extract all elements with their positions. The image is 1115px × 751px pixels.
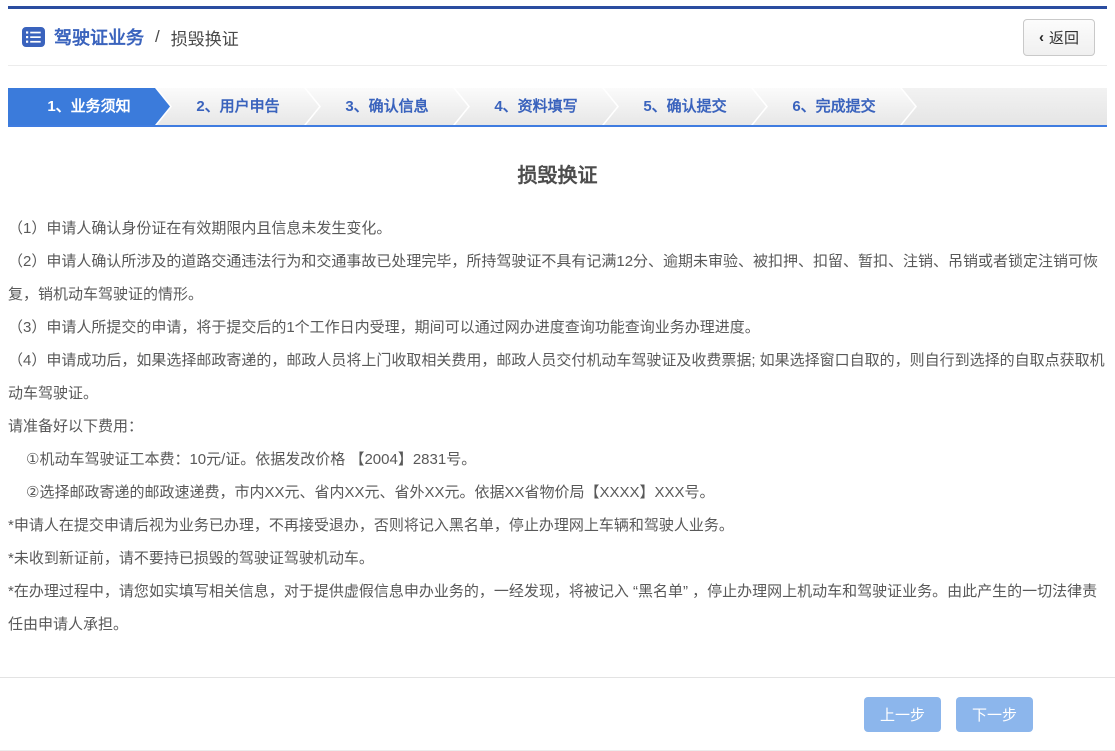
notice-paragraph: （1）申请人确认身份证在有效期限内且信息未发生变化。 [8, 212, 1105, 245]
step-wizard: 1、业务须知 2、用户申告 3、确认信息 4、资料填写 5、确认提交 6、完成提… [8, 88, 1107, 125]
notice-title: 损毁换证 [0, 159, 1115, 188]
notice-paragraph: 请准备好以下费用： [8, 410, 1105, 443]
step-bar-filler [902, 88, 1107, 125]
page-header: 驾驶证业务 / 损毁换证 ‹ 返回 [8, 6, 1107, 66]
notice-paragraph: （4）申请成功后，如果选择邮政寄递的，邮政人员将上门收取相关费用，邮政人员交付机… [8, 344, 1105, 410]
chevron-left-icon: ‹ [1039, 29, 1044, 46]
step-4-fill-data[interactable]: 4、资料填写 [455, 88, 617, 125]
prev-step-button[interactable]: 上一步 [864, 697, 941, 732]
next-step-button[interactable]: 下一步 [956, 697, 1033, 732]
breadcrumb: 驾驶证业务 / 损毁换证 [22, 24, 239, 50]
notice-fee-item: ②选择邮政寄递的邮政速递费，市内XX元、省内XX元、省外XX元。依据XX省物价局… [8, 476, 1105, 509]
footer-bar: 上一步 下一步 [0, 677, 1115, 751]
notice-body: （1）申请人确认身份证在有效期限内且信息未发生变化。 （2）申请人确认所涉及的道… [8, 212, 1105, 641]
notice-warning: *在办理过程中，请您如实填写相关信息，对于提供虚假信息申办业务的，一经发现，将被… [8, 575, 1105, 641]
step-bar-underline [8, 125, 1107, 127]
notice-paragraph: （3）申请人所提交的申请，将于提交后的1个工作日内受理，期间可以通过网办进度查询… [8, 311, 1105, 344]
back-button[interactable]: ‹ 返回 [1023, 19, 1095, 56]
step-1-notice[interactable]: 1、业务须知 [8, 88, 170, 125]
step-3-confirm-info[interactable]: 3、确认信息 [306, 88, 468, 125]
notice-fee-item: ①机动车驾驶证工本费：10元/证。依据发改价格 【2004】2831号。 [8, 443, 1105, 476]
step-2-declaration[interactable]: 2、用户申告 [157, 88, 319, 125]
page-title: 损毁换证 [171, 25, 239, 50]
notice-warning: *申请人在提交申请后视为业务已办理，不再接受退办，否则将记入黑名单，停止办理网上… [8, 509, 1105, 542]
back-button-label: 返回 [1049, 27, 1079, 48]
notice-warning: *未收到新证前，请不要持已损毁的驾驶证驾驶机动车。 [8, 542, 1105, 575]
breadcrumb-separator: / [155, 27, 160, 47]
step-6-complete[interactable]: 6、完成提交 [753, 88, 915, 125]
step-5-confirm-submit[interactable]: 5、确认提交 [604, 88, 766, 125]
notice-paragraph: （2）申请人确认所涉及的道路交通违法行为和交通事故已处理完毕，所持驾驶证不具有记… [8, 245, 1105, 311]
list-icon [22, 27, 45, 47]
section-title: 驾驶证业务 [54, 24, 144, 50]
